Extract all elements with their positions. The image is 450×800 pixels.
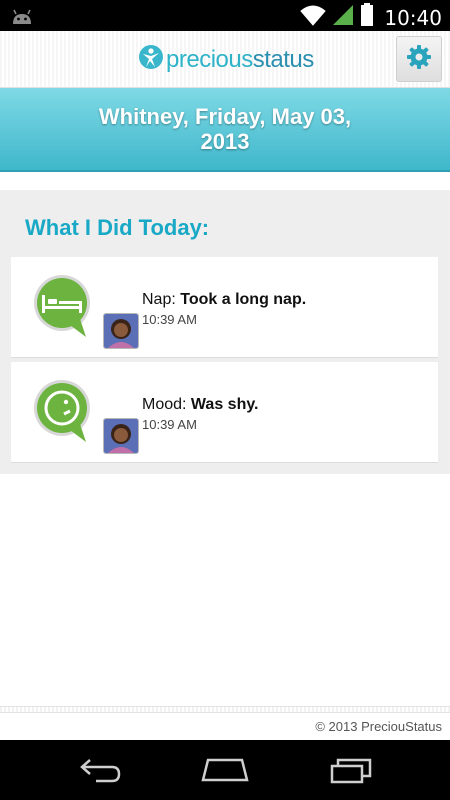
child-avatar bbox=[103, 418, 139, 454]
date-title: Whitney, Friday, May 03, 2013 bbox=[98, 104, 352, 154]
navigation-bar bbox=[0, 740, 450, 800]
app-header: preciousstatus bbox=[0, 31, 450, 88]
home-icon[interactable] bbox=[200, 756, 250, 789]
activity-section: What I Did Today: Nap: Took a long nap. … bbox=[0, 190, 450, 474]
status-bar: 10:40 bbox=[0, 0, 450, 31]
activity-value: Took a long nap. bbox=[180, 291, 307, 308]
child-avatar bbox=[103, 313, 139, 349]
activity-card-mood[interactable]: Mood: Was shy. 10:39 AM bbox=[11, 362, 438, 463]
battery-icon bbox=[360, 3, 374, 32]
clock: 10:40 bbox=[384, 5, 442, 30]
activity-type: Mood: bbox=[142, 396, 187, 413]
logo-text-status: status bbox=[252, 45, 315, 73]
wifi-icon bbox=[300, 4, 327, 31]
activity-type: Nap: bbox=[142, 291, 176, 308]
back-icon[interactable] bbox=[78, 756, 122, 789]
logo-text-precious: precious bbox=[166, 45, 253, 73]
activity-time: 10:39 AM bbox=[142, 312, 197, 327]
copyright-text: © 2013 PreciouStatus bbox=[315, 719, 442, 734]
bed-icon bbox=[30, 275, 100, 347]
settings-button[interactable] bbox=[396, 36, 442, 82]
recent-apps-icon[interactable] bbox=[328, 756, 374, 789]
android-icon bbox=[10, 6, 34, 31]
date-banner: Whitney, Friday, May 03, 2013 bbox=[0, 88, 450, 172]
activity-card-nap[interactable]: Nap: Took a long nap. 10:39 AM bbox=[11, 257, 438, 358]
logo-figure-icon bbox=[138, 42, 164, 77]
activity-time: 10:39 AM bbox=[142, 417, 197, 432]
shy-face-icon bbox=[30, 380, 100, 452]
app-logo: preciousstatus bbox=[138, 42, 314, 77]
footer: © 2013 PreciouStatus bbox=[0, 712, 450, 741]
signal-icon bbox=[332, 4, 354, 31]
gear-icon bbox=[406, 44, 432, 75]
activity-value: Was shy. bbox=[190, 396, 259, 413]
section-title: What I Did Today: bbox=[25, 215, 210, 240]
